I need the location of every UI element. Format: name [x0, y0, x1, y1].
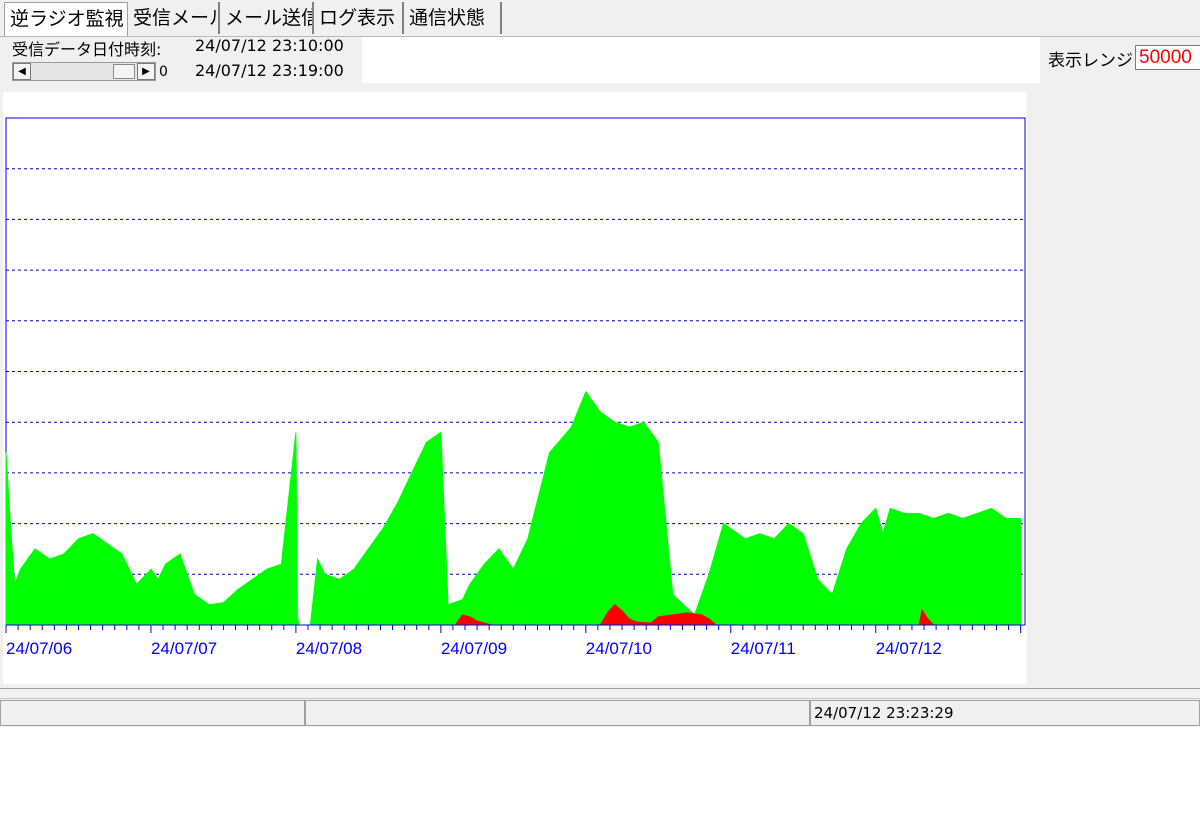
scrollbar-thumb[interactable] [113, 64, 135, 79]
tab-connection-status[interactable]: 通信状態 [404, 2, 502, 34]
status-divider [0, 688, 1200, 689]
status-panel-1 [0, 700, 305, 726]
tab-bar: 逆ラジオ監視 受信メール メール送信 ログ表示 通信状態 [0, 0, 1200, 37]
chart-panel: 24/07/06 24/07/07 24/07/08 24/07/09 24/07/10… [3, 92, 1027, 684]
time-start: 24/07/12 23:10:00 [195, 36, 344, 55]
received-datetime-label: 受信データ日付時刻: [12, 40, 162, 59]
tab-received-mail[interactable]: 受信メール [128, 2, 220, 34]
tab-log-view[interactable]: ログ表示 [314, 2, 404, 34]
x-tick-label: 24/07/12 [876, 639, 942, 658]
time-end: 24/07/12 23:19:00 [195, 61, 344, 80]
scroll-value: 0 [159, 64, 168, 80]
app-window: 逆ラジオ監視 受信メール メール送信 ログ表示 通信状態 受信データ日付時刻: … [0, 0, 1200, 727]
tab-reverse-radio-monitor[interactable]: 逆ラジオ監視 [4, 2, 128, 36]
x-tick-label: 24/07/08 [296, 639, 362, 658]
scroll-left-icon[interactable]: ◀ [13, 63, 31, 80]
status-timestamp: 24/07/12 23:23:29 [810, 700, 1200, 726]
status-panel-2 [305, 700, 810, 726]
series-green-area [5, 390, 1022, 626]
x-tick-label: 24/07/06 [6, 639, 72, 658]
x-tick-label: 24/07/09 [441, 639, 507, 658]
time-scrollbar[interactable]: ◀ ▶ [12, 62, 156, 81]
tab-send-mail[interactable]: メール送信 [220, 2, 314, 34]
info-display-area [362, 37, 1040, 83]
status-bar: 24/07/12 23:23:29 [0, 698, 1200, 727]
scroll-right-icon[interactable]: ▶ [137, 63, 155, 80]
monitor-chart: 24/07/06 24/07/07 24/07/08 24/07/09 24/07/10… [5, 117, 1026, 658]
display-range-input[interactable]: 50000 [1135, 45, 1200, 70]
display-range-label: 表示レンジ: [1048, 51, 1139, 71]
x-tick-label: 24/07/11 [731, 639, 796, 658]
x-tick-label: 24/07/10 [586, 639, 652, 658]
x-tick-label: 24/07/07 [151, 639, 217, 658]
